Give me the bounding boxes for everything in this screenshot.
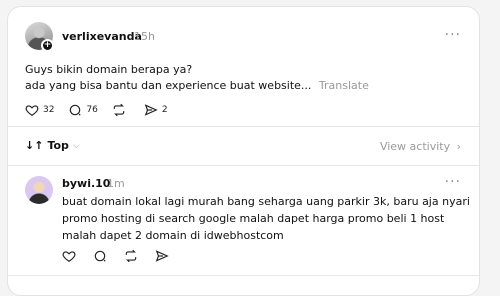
comment-icon	[70, 104, 82, 116]
reply-author-avatar[interactable]	[25, 176, 53, 204]
reply-text: buat domain lokal lagi murah bang seharg…	[62, 195, 470, 242]
sort-dropdown[interactable]: ↓↑ Top ⌵	[25, 139, 80, 152]
repost-button[interactable]	[112, 103, 130, 117]
translate-link[interactable]: Translate	[319, 79, 369, 92]
share-count: 2	[161, 105, 168, 115]
divider	[8, 126, 479, 127]
like-count: 32	[43, 105, 55, 115]
send-icon	[144, 104, 158, 116]
sort-arrows-icon: ↓↑	[25, 139, 44, 152]
thread-card: + verlixevanda 15h ··· Guys bikin domain…	[7, 6, 480, 296]
author-username[interactable]: verlixevanda	[62, 30, 142, 43]
send-icon[interactable]	[155, 249, 169, 263]
reply-button[interactable]: 76	[68, 103, 98, 117]
post-text-truncated: ada yang bisa bantu dan experience buat …	[25, 79, 312, 92]
chevron-right-icon: ›	[456, 140, 461, 153]
more-options-icon[interactable]: ···	[445, 27, 461, 43]
post-text-line-1: Guys bikin domain berapa ya?	[25, 63, 193, 76]
post-actions: 32 76 2	[25, 103, 182, 117]
reply-username[interactable]: bywi.10	[62, 177, 110, 190]
chevron-down-icon: ⌵	[72, 140, 80, 151]
reply-time: 1m	[107, 177, 125, 190]
view-activity-link[interactable]: View activity ›	[380, 140, 461, 153]
reply-more-options-icon[interactable]: ···	[445, 174, 461, 190]
reply-count: 76	[86, 105, 98, 115]
post-time: 15h	[134, 30, 155, 43]
author-avatar[interactable]: +	[25, 22, 54, 52]
heart-icon[interactable]	[62, 249, 76, 263]
reply-actions	[62, 249, 186, 263]
like-button[interactable]: 32	[25, 103, 54, 117]
repost-icon	[113, 103, 125, 117]
comment-icon[interactable]	[93, 249, 107, 263]
divider	[8, 275, 479, 276]
post-text-line-2: ada yang bisa bantu dan experience buat …	[25, 79, 369, 92]
heart-icon	[25, 105, 39, 116]
repost-icon[interactable]	[124, 249, 138, 263]
share-button[interactable]: 2	[144, 103, 168, 117]
follow-plus-icon[interactable]: +	[41, 39, 54, 52]
divider	[8, 165, 479, 166]
view-activity-label: View activity	[379, 140, 451, 153]
sort-label: Top	[47, 139, 69, 152]
